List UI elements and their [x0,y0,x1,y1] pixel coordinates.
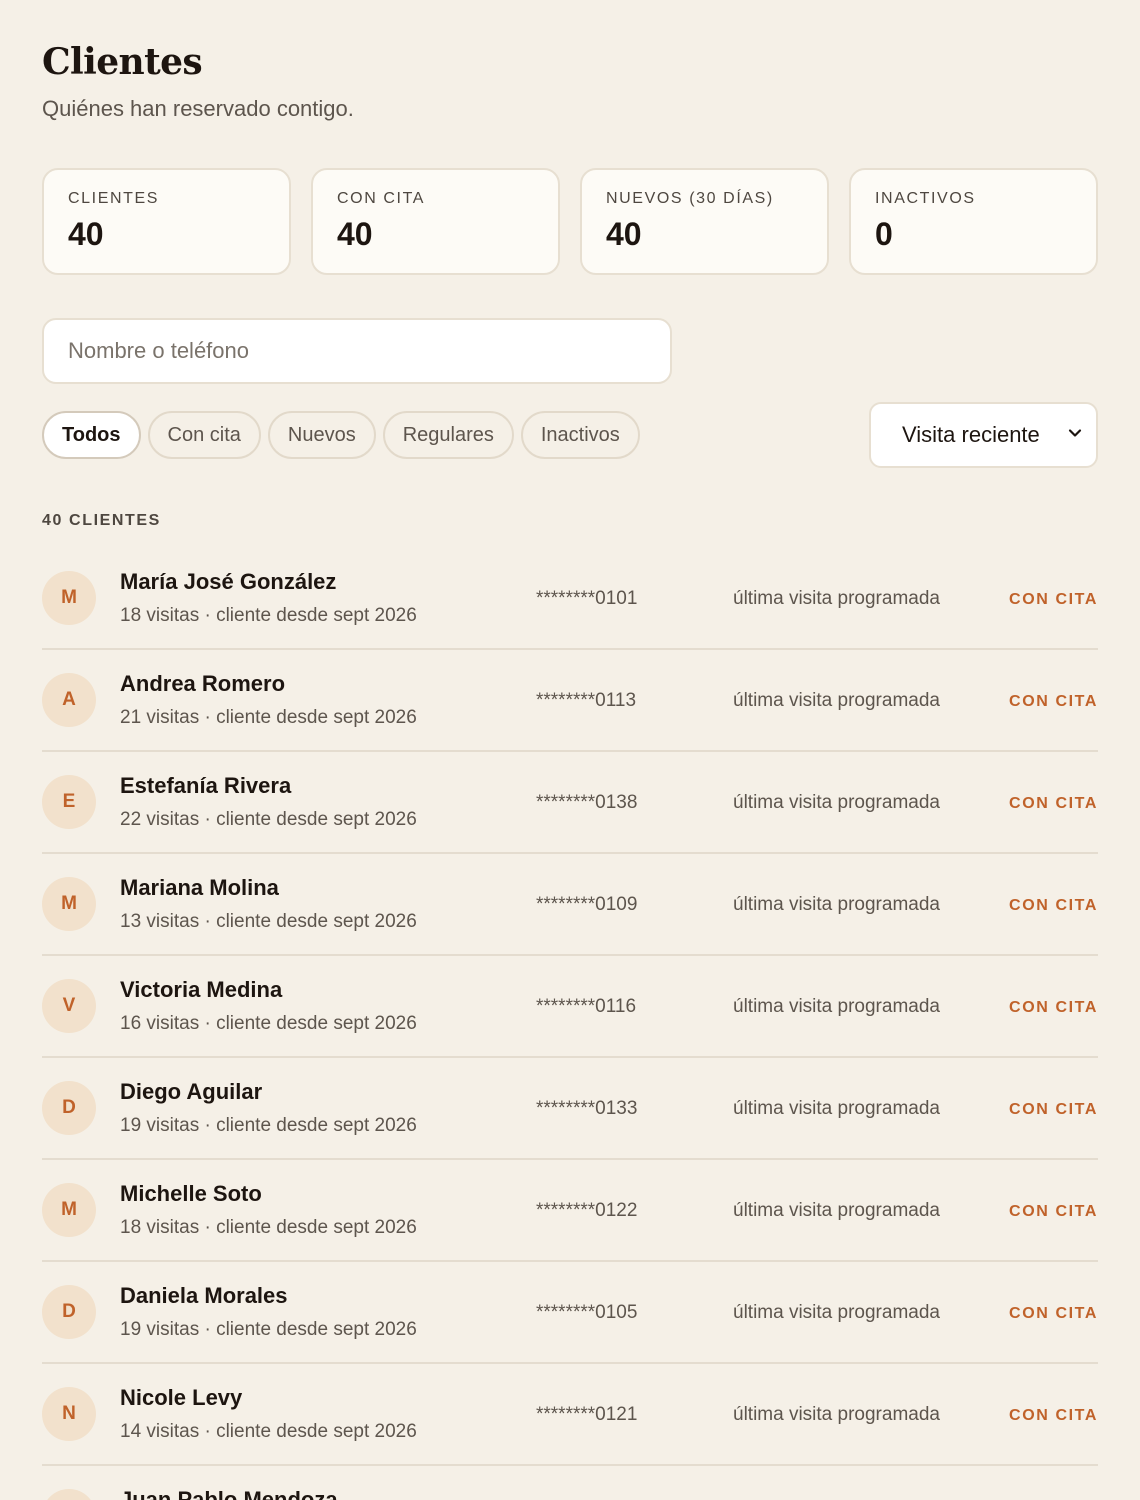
client-name: Estefanía Rivera [120,773,292,798]
client-last-visit: última visita programada [733,588,940,609]
client-phone: ********0122 [536,1200,638,1221]
client-name: Michelle Soto [120,1181,262,1206]
client-last-visit: última visita programada [733,1200,940,1221]
stat-card-con-cita: CON CITA 40 [311,168,560,275]
client-meta: 18 visitas · cliente desde sept 2026 [120,1217,417,1238]
client-phone: ********0101 [536,588,638,609]
client-phone: ********0109 [536,894,638,915]
client-meta: 16 visitas · cliente desde sept 2026 [120,1013,417,1034]
client-last-visit: última visita programada [733,690,940,711]
client-phone: ********0105 [536,1302,638,1323]
client-name: Juan Pablo Mendoza [120,1487,338,1500]
filter-chip-nuevos[interactable]: Nuevos [267,411,376,459]
client-meta: 19 visitas · cliente desde sept 2026 [120,1319,417,1340]
search-input[interactable] [42,318,672,384]
stat-card-nuevos: NUEVOS (30 DÍAS) 40 [580,168,829,275]
status-badge: CON CITA [1009,1101,1098,1118]
client-name: Nicole Levy [120,1385,243,1410]
filter-chips: Todos Con cita Nuevos Regulares Inactivo… [42,411,640,459]
avatar: D [42,1285,96,1339]
client-name: Victoria Medina [120,977,283,1002]
client-meta: 22 visitas · cliente desde sept 2026 [120,809,417,830]
avatar: V [42,979,96,1033]
status-badge: CON CITA [1009,795,1098,812]
avatar: M [42,571,96,625]
client-phone: ********0116 [536,996,637,1017]
stat-value: 0 [875,216,893,252]
client-last-visit: última visita programada [733,1098,940,1119]
stat-label: CON CITA [337,190,426,207]
client-row[interactable]: V Victoria Medina 16 visitas · cliente des… [42,956,1098,1058]
client-name: María José González [120,569,337,594]
page-title: Clientes [42,41,203,83]
filter-chip-regulares[interactable]: Regulares [382,411,514,459]
client-last-visit: última visita programada [733,894,940,915]
client-count-label: 40 CLIENTES [42,512,161,529]
client-phone: ********0133 [536,1098,638,1119]
avatar: E [42,775,96,829]
client-name: Diego Aguilar [120,1079,263,1104]
stat-card-inactivos: INACTIVOS 0 [849,168,1098,275]
filter-chip-con-cita[interactable]: Con cita [147,411,261,459]
client-name: Mariana Molina [120,875,279,900]
status-badge: CON CITA [1009,1407,1098,1424]
client-list: M María José González 18 visitas · cliente… [42,548,1098,1500]
sort-select-value: Visita reciente [902,422,1040,447]
status-badge: CON CITA [1009,897,1098,914]
client-meta: 21 visitas · cliente desde sept 2026 [120,707,417,728]
stats-row: CLIENTES 40 CON CITA 40 NUEVOS (30 DÍAS)… [42,168,1098,275]
avatar: J [42,1489,96,1500]
page-subtitle: Quiénes han reservado contigo. [42,96,354,121]
status-badge: CON CITA [1009,1203,1098,1220]
client-last-visit: última visita programada [733,996,940,1017]
client-row[interactable]: N Nicole Levy 14 visitas · cliente desde s… [42,1364,1098,1466]
status-badge: CON CITA [1009,1305,1098,1322]
client-last-visit: última visita programada [733,792,940,813]
client-row[interactable]: M Michelle Soto 18 visitas · cliente desde… [42,1160,1098,1262]
client-row[interactable]: M Mariana Molina 13 visitas · cliente desd… [42,854,1098,956]
client-meta: 18 visitas · cliente desde sept 2026 [120,605,417,626]
client-row[interactable]: JJuan Pablo Mendoza********0104última vi… [42,1466,1098,1500]
filter-chip-inactivos[interactable]: Inactivos [520,411,640,459]
client-row[interactable]: M María José González 18 visitas · cliente… [42,548,1098,650]
client-row[interactable]: E Estefanía Rivera 22 visitas · cliente de… [42,752,1098,854]
avatar: D [42,1081,96,1135]
client-row[interactable]: D Diego Aguilar 19 visitas · cliente desde… [42,1058,1098,1160]
status-badge: CON CITA [1009,999,1098,1016]
stat-value: 40 [68,216,104,252]
filter-chip-todos[interactable]: Todos [42,411,141,459]
client-phone: ********0121 [536,1404,638,1425]
stat-label: NUEVOS (30 DÍAS) [606,190,774,207]
client-phone: ********0113 [536,690,637,711]
avatar: M [42,1183,96,1237]
client-last-visit: última visita programada [733,1404,940,1425]
chevron-down-icon [1066,422,1084,448]
avatar: M [42,877,96,931]
client-meta: 14 visitas · cliente desde sept 2026 [120,1421,417,1442]
stat-value: 40 [606,216,642,252]
stat-value: 40 [337,216,373,252]
stat-card-clientes: CLIENTES 40 [42,168,291,275]
client-meta: 19 visitas · cliente desde sept 2026 [120,1115,417,1136]
stat-label: CLIENTES [68,190,160,207]
status-badge: CON CITA [1009,693,1098,710]
client-last-visit: última visita programada [733,1302,940,1323]
client-row[interactable]: D Daniela Morales 19 visitas · cliente des… [42,1262,1098,1364]
stat-label: INACTIVOS [875,190,976,207]
client-row[interactable]: A Andrea Romero 21 visitas · cliente desde… [42,650,1098,752]
status-badge: CON CITA [1009,591,1098,608]
avatar: A [42,673,96,727]
client-phone: ********0138 [536,792,638,813]
client-meta: 13 visitas · cliente desde sept 2026 [120,911,417,932]
sort-select[interactable]: Visita reciente [869,402,1098,468]
avatar: N [42,1387,96,1441]
client-name: Daniela Morales [120,1283,288,1308]
client-name: Andrea Romero [120,671,286,696]
clients-page: Clientes Quiénes han reservado contigo. … [0,0,1140,1500]
